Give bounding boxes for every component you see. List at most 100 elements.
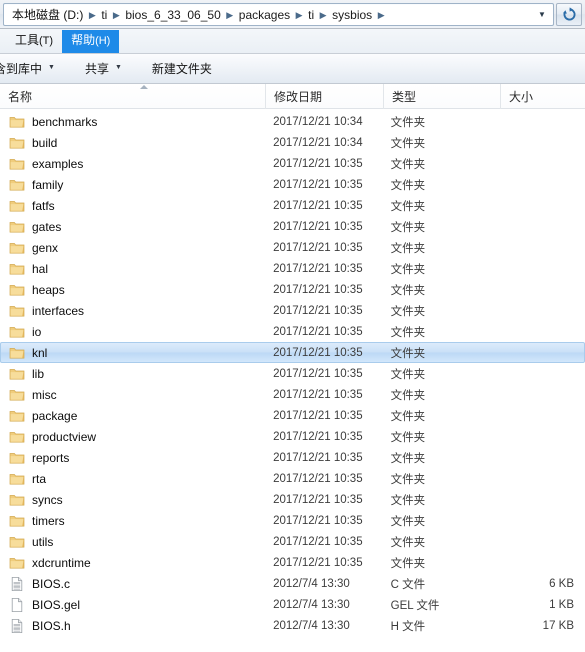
cell-type: 文件夹 <box>390 179 426 192</box>
cell-name: lib <box>1 366 265 382</box>
table-row[interactable]: lib 2017/12/21 10:35 文件夹 <box>0 363 585 384</box>
table-row[interactable]: BIOS.h 2012/7/4 13:30 H 文件 17 KB <box>0 615 585 636</box>
chevron-down-icon[interactable]: ▼ <box>115 60 122 76</box>
breadcrumb-separator-icon[interactable]: ▶ <box>374 7 388 23</box>
table-row[interactable]: BIOS.gel 2012/7/4 13:30 GEL 文件 1 KB <box>0 594 585 615</box>
breadcrumb-separator-icon[interactable]: ▶ <box>85 7 99 23</box>
menu-item-tools[interactable]: 工具(T) <box>6 30 62 53</box>
menu-item-mnemonic: (T) <box>39 35 54 47</box>
table-row[interactable]: heaps 2017/12/21 10:35 文件夹 <box>0 279 585 300</box>
breadcrumb-item[interactable]: packages <box>237 6 292 24</box>
file-name-label: interfaces <box>32 303 85 318</box>
column-header-name[interactable]: 名称 <box>0 84 265 109</box>
cell-name: build <box>1 135 265 151</box>
address-input[interactable]: 本地磁盘 (D:) ▶ ti ▶ bios_6_33_06_50 ▶ packages ▶ ti… <box>3 3 554 26</box>
menu-item-help[interactable]: 帮助(H) <box>62 30 120 53</box>
file-list[interactable]: benchmarks 2017/12/21 10:34 文件夹 build 2017/1… <box>0 109 585 652</box>
column-header-row: 名称 修改日期 类型 大小 <box>0 83 585 109</box>
table-row[interactable]: interfaces 2017/12/21 10:35 文件夹 <box>0 300 585 321</box>
cell-name: fatfs <box>1 198 265 214</box>
cell-type: 文件夹 <box>390 242 426 255</box>
table-row[interactable]: hal 2017/12/21 10:35 文件夹 <box>0 258 585 279</box>
chevron-down-icon[interactable]: ▼ <box>48 60 55 76</box>
table-row[interactable]: package 2017/12/21 10:35 文件夹 <box>0 405 585 426</box>
cell-type: 文件夹 <box>390 473 426 486</box>
file-name-label: fatfs <box>32 198 55 213</box>
table-row[interactable]: timers 2017/12/21 10:35 文件夹 <box>0 510 585 531</box>
breadcrumb-item[interactable]: ti <box>99 6 109 24</box>
cell-type: 文件夹 <box>390 557 426 570</box>
breadcrumb-item[interactable]: 本地磁盘 (D:) <box>10 6 85 24</box>
table-row[interactable]: rta 2017/12/21 10:35 文件夹 <box>0 468 585 489</box>
toolbar-button-label: 含到库中 <box>0 61 43 76</box>
table-row-selected[interactable]: knl 2017/12/21 10:35 文件夹 <box>0 342 585 363</box>
cell-name: knl <box>1 345 265 361</box>
cell-type: C 文件 <box>390 578 426 591</box>
cell-date-modified: 2017/12/21 10:34 <box>273 115 363 128</box>
cell-type: 文件夹 <box>390 137 426 150</box>
cell-date-modified: 2017/12/21 10:35 <box>273 451 363 464</box>
column-header-type[interactable]: 类型 <box>383 83 500 109</box>
file-name-label: genx <box>32 240 59 255</box>
table-row[interactable]: reports 2017/12/21 10:35 文件夹 <box>0 447 585 468</box>
column-header-date[interactable]: 修改日期 <box>265 83 383 109</box>
file-name-label: examples <box>32 156 84 171</box>
cell-name: interfaces <box>1 303 265 319</box>
breadcrumb-separator-icon[interactable]: ▶ <box>223 7 237 23</box>
cell-date-modified: 2017/12/21 10:35 <box>273 346 363 359</box>
breadcrumb-separator-icon[interactable]: ▶ <box>292 7 306 23</box>
table-row[interactable]: BIOS.c 2012/7/4 13:30 C 文件 6 KB <box>0 573 585 594</box>
folder-icon <box>9 261 25 277</box>
cell-type: 文件夹 <box>390 263 426 276</box>
folder-icon <box>9 135 25 151</box>
chevron-down-icon[interactable]: ▼ <box>533 7 551 23</box>
file-name-label: BIOS.h <box>32 618 71 633</box>
file-name-label: misc <box>32 387 57 402</box>
table-row[interactable]: gates 2017/12/21 10:35 文件夹 <box>0 216 585 237</box>
table-row[interactable]: build 2017/12/21 10:34 文件夹 <box>0 132 585 153</box>
table-row[interactable]: syncs 2017/12/21 10:35 文件夹 <box>0 489 585 510</box>
cell-type: 文件夹 <box>390 452 426 465</box>
refresh-icon[interactable] <box>556 3 582 26</box>
new-folder-button[interactable]: 新建文件夹 <box>144 57 220 81</box>
cell-name: BIOS.c <box>1 576 265 592</box>
breadcrumb-item[interactable]: sysbios <box>330 6 374 24</box>
table-row[interactable]: fatfs 2017/12/21 10:35 文件夹 <box>0 195 585 216</box>
cell-name: misc <box>1 387 265 403</box>
cell-name: hal <box>1 261 265 277</box>
table-row[interactable]: genx 2017/12/21 10:35 文件夹 <box>0 237 585 258</box>
table-row[interactable]: utils 2017/12/21 10:35 文件夹 <box>0 531 585 552</box>
file-name-label: rta <box>32 471 47 486</box>
share-button[interactable]: 共享 ▼ <box>77 57 130 81</box>
table-row[interactable]: productview 2017/12/21 10:35 文件夹 <box>0 426 585 447</box>
cell-date-modified: 2017/12/21 10:35 <box>273 199 363 212</box>
column-header-size[interactable]: 大小 <box>500 83 585 109</box>
breadcrumb-item[interactable]: ti <box>306 6 316 24</box>
table-row[interactable]: io 2017/12/21 10:35 文件夹 <box>0 321 585 342</box>
cell-name: rta <box>1 471 265 487</box>
cell-type: H 文件 <box>390 620 426 633</box>
folder-icon <box>9 156 25 172</box>
cell-name: io <box>1 324 265 340</box>
text-document-icon <box>9 576 25 592</box>
cell-date-modified: 2017/12/21 10:35 <box>273 556 363 569</box>
table-row[interactable]: family 2017/12/21 10:35 文件夹 <box>0 174 585 195</box>
cell-date-modified: 2017/12/21 10:35 <box>273 262 363 275</box>
table-row[interactable]: benchmarks 2017/12/21 10:34 文件夹 <box>0 111 585 132</box>
cell-date-modified: 2012/7/4 13:30 <box>273 619 350 632</box>
include-in-library-button[interactable]: 含到库中 ▼ <box>0 57 63 81</box>
table-row[interactable]: misc 2017/12/21 10:35 文件夹 <box>0 384 585 405</box>
cell-date-modified: 2012/7/4 13:30 <box>273 598 350 611</box>
folder-icon <box>9 114 25 130</box>
table-row[interactable]: examples 2017/12/21 10:35 文件夹 <box>0 153 585 174</box>
menu-item-mnemonic: (H) <box>95 35 111 47</box>
cell-name: utils <box>1 534 265 550</box>
folder-icon <box>9 555 25 571</box>
breadcrumb-separator-icon[interactable]: ▶ <box>109 7 123 23</box>
cell-date-modified: 2017/12/21 10:35 <box>273 367 363 380</box>
breadcrumb-item[interactable]: bios_6_33_06_50 <box>123 6 222 24</box>
table-row[interactable]: xdcruntime 2017/12/21 10:35 文件夹 <box>0 552 585 573</box>
folder-icon <box>9 534 25 550</box>
breadcrumb-separator-icon[interactable]: ▶ <box>316 7 330 23</box>
cell-name: package <box>1 408 265 424</box>
